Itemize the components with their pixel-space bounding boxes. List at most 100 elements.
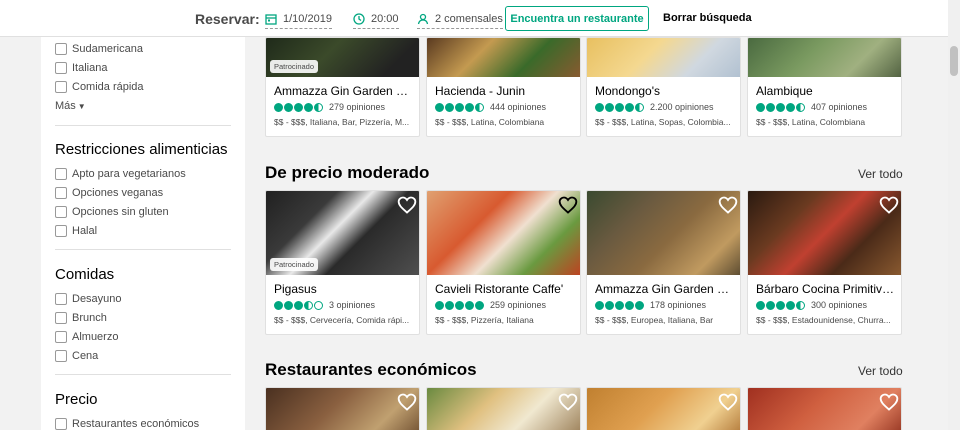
rating-bubble <box>475 102 484 112</box>
restaurant-card[interactable] <box>747 387 902 430</box>
review-count[interactable]: 2.200 opiniones <box>650 102 714 112</box>
review-count[interactable]: 178 opiniones <box>650 300 706 310</box>
restaurant-card[interactable] <box>265 387 420 430</box>
checkbox[interactable] <box>55 418 67 430</box>
restaurant-name[interactable]: Ammazza Gin Garden Se... <box>274 84 414 98</box>
restaurant-card[interactable]: Cavieli Ristorante Caffe' 259 opiniones … <box>426 190 581 335</box>
date-picker[interactable]: 1/10/2019 <box>265 10 332 29</box>
filter-vegetarian[interactable]: Apto para vegetarianos <box>55 167 186 181</box>
restaurant-card[interactable] <box>426 387 581 430</box>
restaurant-photo <box>587 38 740 77</box>
filter-comida-rapida[interactable]: Comida rápida <box>55 80 144 94</box>
filter-label: Desayuno <box>72 293 122 305</box>
restaurant-card[interactable] <box>586 387 741 430</box>
heart-icon[interactable] <box>558 392 578 412</box>
review-count[interactable]: 279 opiniones <box>329 102 385 112</box>
restaurant-name[interactable]: Hacienda - Junin <box>435 84 575 98</box>
restaurant-name[interactable]: Alambique <box>756 84 896 98</box>
rating-bubble <box>766 102 775 112</box>
filter-lunch[interactable]: Almuerzo <box>55 330 118 344</box>
heart-icon[interactable] <box>718 195 738 215</box>
checkbox[interactable] <box>55 81 67 93</box>
restaurant-card[interactable]: Mondongo's 2.200 opiniones $$ - $$$, Lat… <box>586 37 741 137</box>
rating-bubble <box>615 102 624 112</box>
rating: 444 opiniones <box>435 102 546 112</box>
checkbox[interactable] <box>55 225 67 237</box>
clear-search-button[interactable]: Borrar búsqueda <box>663 12 752 24</box>
checkbox[interactable] <box>55 62 67 74</box>
rating: 2.200 opiniones <box>595 102 714 112</box>
checkbox[interactable] <box>55 312 67 324</box>
checkbox[interactable] <box>55 331 67 343</box>
heart-icon[interactable] <box>879 195 899 215</box>
rating-bubble <box>625 300 634 310</box>
filter-label: Brunch <box>72 312 107 324</box>
rating-bubble <box>465 300 474 310</box>
more-cuisines-link[interactable]: Más ▼ <box>55 100 86 112</box>
filter-sudamericana[interactable]: Sudamericana <box>55 42 143 56</box>
checkbox[interactable] <box>55 206 67 218</box>
restaurant-card[interactable]: Alambique 407 opiniones $$ - $$$, Latina… <box>747 37 902 137</box>
filter-vegan[interactable]: Opciones veganas <box>55 186 163 200</box>
restaurant-card[interactable]: Patrocinado Ammazza Gin Garden Se... 279… <box>265 37 420 137</box>
rating-bubble <box>605 300 614 310</box>
rating-bubble <box>314 102 323 112</box>
filter-italiana[interactable]: Italiana <box>55 61 107 75</box>
checkbox[interactable] <box>55 43 67 55</box>
restaurant-name[interactable]: Mondongo's <box>595 84 735 98</box>
review-count[interactable]: 3 opiniones <box>329 300 375 310</box>
moderate-see-all-link[interactable]: Ver todo <box>858 167 903 181</box>
review-count[interactable]: 444 opiniones <box>490 102 546 112</box>
review-count[interactable]: 300 opiniones <box>811 300 867 310</box>
rating-bubbles <box>595 300 645 310</box>
rating: 3 opiniones <box>274 300 375 310</box>
filter-cheap[interactable]: Restaurantes económicos <box>55 417 199 430</box>
restaurant-meta: $$ - $$$, Italiana, Bar, Pizzería, M... <box>274 117 410 127</box>
scrollbar-thumb[interactable] <box>950 46 958 76</box>
price-heading: Precio <box>55 391 98 408</box>
restaurant-photo <box>587 388 740 430</box>
filter-label: Comida rápida <box>72 81 144 93</box>
heart-icon[interactable] <box>718 392 738 412</box>
filter-dinner[interactable]: Cena <box>55 349 98 363</box>
guests-picker[interactable]: 2 comensales <box>417 10 503 29</box>
rating-bubble <box>786 300 795 310</box>
rating-bubble <box>786 102 795 112</box>
filter-breakfast[interactable]: Desayuno <box>55 292 122 306</box>
review-count[interactable]: 407 opiniones <box>811 102 867 112</box>
checkbox[interactable] <box>55 350 67 362</box>
filter-gluten-free[interactable]: Opciones sin gluten <box>55 205 169 219</box>
filter-brunch[interactable]: Brunch <box>55 311 107 325</box>
rating-bubble <box>635 300 644 310</box>
rating-bubble <box>595 102 604 112</box>
review-count[interactable]: 259 opiniones <box>490 300 546 310</box>
heart-icon[interactable] <box>558 195 578 215</box>
cheap-see-all-link[interactable]: Ver todo <box>858 364 903 378</box>
filter-halal[interactable]: Halal <box>55 224 97 238</box>
restaurant-meta: $$ - $$$, Latina, Sopas, Colombia... <box>595 117 731 127</box>
time-picker[interactable]: 20:00 <box>353 10 399 29</box>
filter-label: Apto para vegetarianos <box>72 168 186 180</box>
filter-label: Almuerzo <box>72 331 119 343</box>
find-restaurant-button[interactable]: Encuentra un restaurante <box>505 6 649 31</box>
restaurant-name[interactable]: Ammazza Gin Garden Se... <box>595 282 735 296</box>
rating-bubbles <box>435 102 485 112</box>
restaurant-card[interactable]: Patrocinado Pigasus 3 opiniones $$ - $$$… <box>265 190 420 335</box>
heart-icon[interactable] <box>397 195 417 215</box>
checkbox[interactable] <box>55 168 67 180</box>
heart-icon[interactable] <box>397 392 417 412</box>
more-label: Más <box>55 100 76 112</box>
restaurant-name[interactable]: Cavieli Ristorante Caffe' <box>435 282 575 296</box>
restaurant-card[interactable]: Hacienda - Junin 444 opiniones $$ - $$$,… <box>426 37 581 137</box>
reserve-label: Reservar: <box>195 11 260 27</box>
rating-bubble <box>304 102 313 112</box>
heart-icon[interactable] <box>879 392 899 412</box>
restaurant-name[interactable]: Bárbaro Cocina Primitiva ... <box>756 282 896 296</box>
restaurant-card[interactable]: Bárbaro Cocina Primitiva ... 300 opinion… <box>747 190 902 335</box>
checkbox[interactable] <box>55 187 67 199</box>
restaurant-photo <box>427 38 580 77</box>
person-icon <box>417 13 429 25</box>
restaurant-card[interactable]: Ammazza Gin Garden Se... 178 opiniones $… <box>586 190 741 335</box>
restaurant-name[interactable]: Pigasus <box>274 282 414 296</box>
checkbox[interactable] <box>55 293 67 305</box>
